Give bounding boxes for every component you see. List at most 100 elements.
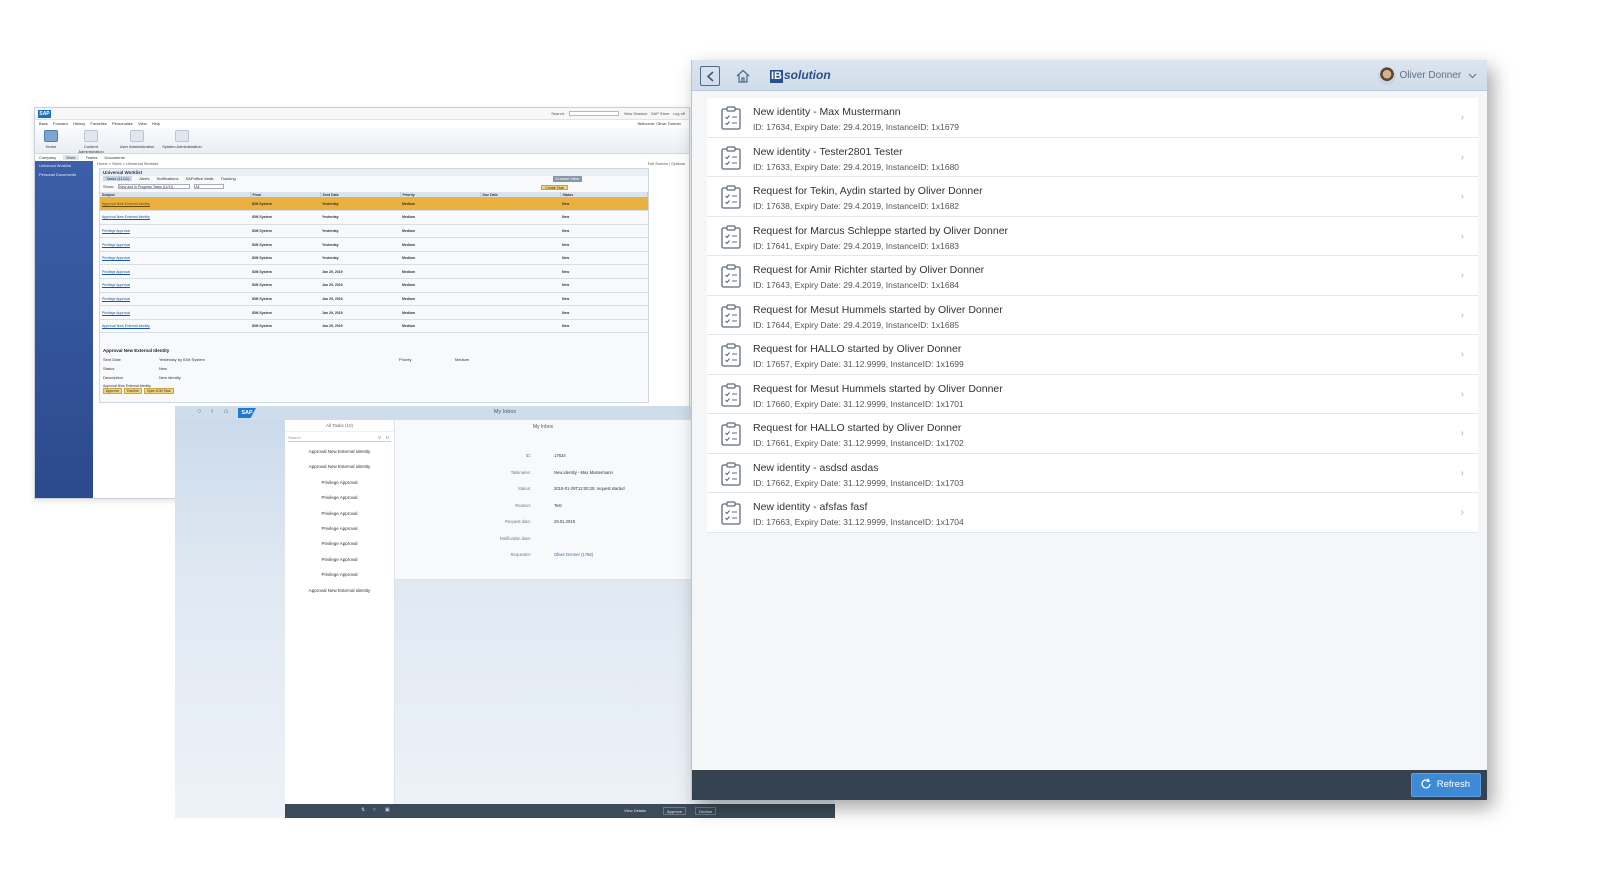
list-item[interactable]: Privilege Approval bbox=[285, 490, 394, 505]
tab-company[interactable]: Company bbox=[39, 155, 56, 160]
uwl-tab-alerts[interactable]: Alerts bbox=[139, 176, 149, 181]
cell-sent-date: Jan 29, 2019 bbox=[320, 305, 400, 320]
master-search-input[interactable]: Search ⚲ ↻ bbox=[288, 434, 391, 442]
home-button[interactable] bbox=[735, 68, 751, 84]
refresh-button[interactable]: Refresh bbox=[1410, 773, 1481, 797]
requestor-link[interactable]: Oliver Donner (1766) bbox=[554, 552, 593, 557]
cell-status: New bbox=[560, 305, 648, 320]
fiori-approve-button[interactable]: Approve bbox=[663, 807, 686, 815]
uwl-tab-notifications[interactable]: Notifications bbox=[157, 176, 179, 181]
task-row[interactable]: Request for Amir Richter started by Oliv… bbox=[707, 256, 1478, 296]
list-item[interactable]: Privilege Approval bbox=[285, 506, 394, 521]
task-row[interactable]: New identity - Max Mustermann ID: 17634, … bbox=[707, 98, 1478, 138]
cell-subject[interactable]: Privilege Approval bbox=[100, 278, 250, 293]
portal-new-session-link[interactable]: New Session bbox=[624, 111, 647, 116]
table-row[interactable]: Approval New External Identity IDM System… bbox=[100, 319, 648, 334]
breadcrumb-options[interactable]: Full Screen | Options bbox=[648, 161, 685, 167]
task-row[interactable]: Request for Mesut Hummels started by Oli… bbox=[707, 295, 1478, 335]
table-row[interactable]: Approval New External Identity IDM System… bbox=[100, 210, 648, 225]
portal-menu-help[interactable]: Help bbox=[152, 121, 160, 126]
list-item[interactable]: Privilege Approval bbox=[285, 552, 394, 567]
launchpad-system-admin[interactable]: System Administration bbox=[161, 130, 203, 149]
portal-search-label: Search: bbox=[551, 111, 566, 116]
task-row[interactable]: New identity - asdsd asdas ID: 17662, Exp… bbox=[707, 453, 1478, 493]
uwl-tab-sapoffice[interactable]: SAPoffice Mails bbox=[186, 176, 214, 181]
table-row[interactable]: Privilege Approval IDM System Jan 29, 2019… bbox=[100, 264, 648, 280]
task-row[interactable]: Request for Marcus Schleppe started by O… bbox=[707, 216, 1478, 256]
task-row[interactable]: Request for HALLO started by Oliver Donn… bbox=[707, 414, 1478, 454]
portal-sap-store-link[interactable]: SAP Store bbox=[651, 111, 670, 116]
cell-subject[interactable]: Approval New External Identity bbox=[100, 197, 250, 212]
field-label: Requestor: bbox=[510, 552, 531, 557]
uwl-create-task-button[interactable]: Create Task bbox=[541, 185, 568, 190]
cell-subject[interactable]: Privilege Approval bbox=[100, 237, 250, 252]
task-row[interactable]: Request for Mesut Hummels started by Oli… bbox=[707, 374, 1478, 414]
cell-subject[interactable]: Privilege Approval bbox=[100, 292, 250, 307]
back-button[interactable] bbox=[700, 66, 720, 86]
tab-documents[interactable]: Documents bbox=[104, 155, 124, 160]
approve-button[interactable]: Approve bbox=[103, 388, 123, 394]
portal-menu-forward[interactable]: Forward bbox=[53, 121, 68, 126]
list-item[interactable]: Privilege Approval bbox=[285, 475, 394, 490]
cell-subject[interactable]: Privilege Approval bbox=[100, 264, 250, 280]
cell-due-date bbox=[480, 251, 560, 266]
cell-due-date bbox=[480, 237, 560, 252]
refresh-label: Refresh bbox=[1436, 779, 1470, 790]
uwl-show-select-2[interactable]: All bbox=[194, 184, 225, 190]
decline-button[interactable]: Decline bbox=[124, 388, 142, 394]
list-item[interactable]: Approval New External Identity bbox=[285, 583, 394, 598]
refresh-icon[interactable]: ↻ bbox=[386, 434, 389, 442]
list-item[interactable]: Privilege Approval bbox=[285, 521, 394, 536]
leftnav-universal-worklist[interactable]: Universal Worklist bbox=[35, 161, 93, 170]
detail-field: Requestor: Oliver Donner (1766) bbox=[395, 552, 691, 562]
task-row[interactable]: New identity - Tester2801 Tester ID: 1763… bbox=[707, 137, 1478, 177]
uwl-tab-tracking[interactable]: Tracking bbox=[221, 176, 236, 181]
cell-subject[interactable]: Privilege Approval bbox=[100, 305, 250, 320]
portal-search-input[interactable] bbox=[569, 111, 620, 117]
launchpad-home[interactable]: Home bbox=[41, 130, 61, 149]
portal-menu-view[interactable]: View bbox=[138, 121, 147, 126]
table-row[interactable]: Approval New External Identity IDM System… bbox=[100, 197, 648, 212]
uwl-show-select[interactable]: New and In Progress Tasks (11/11) bbox=[118, 184, 191, 190]
tab-teams[interactable]: Teams bbox=[86, 155, 98, 160]
table-row[interactable]: Privilege Approval IDM System Yesterday Med… bbox=[100, 237, 648, 252]
table-row[interactable]: Privilege Approval IDM System Yesterday Med… bbox=[100, 224, 648, 239]
portal-menu-personalize[interactable]: Personalize bbox=[112, 121, 133, 126]
view-details-button[interactable]: View Details bbox=[621, 807, 649, 815]
task-row[interactable]: Request for Tekin, Aydin started by Oliv… bbox=[707, 177, 1478, 217]
filter-icon[interactable]: ▿ bbox=[373, 807, 376, 813]
table-row[interactable]: Privilege Approval IDM System Jan 29, 2019… bbox=[100, 305, 648, 320]
cell-subject[interactable]: Privilege Approval bbox=[100, 224, 250, 239]
group-icon[interactable]: ▣ bbox=[385, 807, 390, 813]
table-row[interactable]: Privilege Approval IDM System Jan 29, 2019… bbox=[100, 292, 648, 307]
cell-from: IDM System bbox=[250, 278, 320, 293]
list-item[interactable]: Privilege Approval bbox=[285, 567, 394, 582]
user-menu[interactable]: Oliver Donner bbox=[1377, 67, 1477, 85]
table-row[interactable]: Privilege Approval IDM System Yesterday Med… bbox=[100, 251, 648, 266]
list-item[interactable]: Approval New External Identity bbox=[285, 459, 394, 474]
leftnav-personal-documents[interactable]: Personal Documents bbox=[35, 170, 93, 179]
launchpad-user-admin[interactable]: User Administration bbox=[117, 130, 157, 149]
portal-menu-history[interactable]: History bbox=[73, 121, 85, 126]
task-row[interactable]: Request for HALLO started by Oliver Donn… bbox=[707, 335, 1478, 375]
task-row[interactable]: New identity - afsfas fasf ID: 17663, Exp… bbox=[707, 493, 1478, 533]
cell-subject[interactable]: Approval New External Identity bbox=[100, 210, 250, 225]
task-title: Request for HALLO started by Oliver Donn… bbox=[753, 343, 962, 355]
portal-menu-favorites[interactable]: Favorites bbox=[90, 121, 106, 126]
uwl-tab-tasks[interactable]: Tasks (11/11) bbox=[103, 176, 133, 181]
portal-menu-back[interactable]: Back bbox=[39, 121, 48, 126]
fiori-decline-button[interactable]: Decline bbox=[695, 807, 717, 815]
portal-logoff-link[interactable]: Log off bbox=[673, 111, 685, 116]
tab-work[interactable]: Work bbox=[63, 155, 79, 160]
launchpad-content-admin[interactable]: Content Administration bbox=[71, 130, 111, 154]
cell-due-date bbox=[480, 278, 560, 293]
search-icon[interactable]: ⚲ bbox=[378, 434, 381, 442]
detail-value: Yesterday by IDM System bbox=[159, 357, 205, 362]
table-row[interactable]: Privilege Approval IDM System Jan 29, 2019… bbox=[100, 278, 648, 293]
list-item[interactable]: Privilege Approval bbox=[285, 536, 394, 551]
cell-subject[interactable]: Privilege Approval bbox=[100, 251, 250, 266]
cell-subject[interactable]: Approval New External Identity bbox=[100, 319, 250, 334]
open-idm-task-button[interactable]: Open IDM Task bbox=[143, 388, 174, 394]
sort-icon[interactable]: ⇅ bbox=[361, 807, 365, 813]
list-item[interactable]: Approval New External Identity bbox=[285, 444, 394, 459]
